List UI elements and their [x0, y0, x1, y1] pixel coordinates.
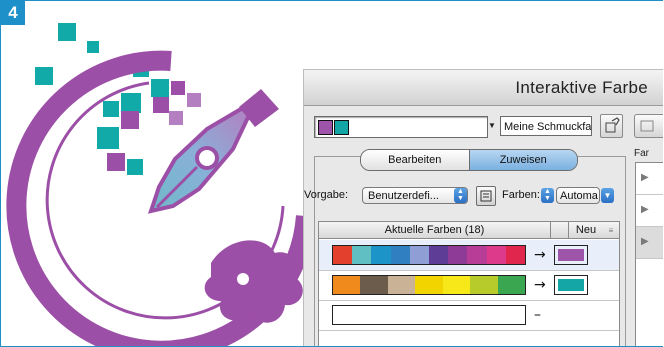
new-color-group-button[interactable] [634, 114, 663, 138]
color-cell [333, 246, 353, 264]
colors-value: Automa [560, 190, 598, 202]
pen-nib-logo-illustration [6, 23, 316, 346]
color-cell [486, 246, 506, 264]
color-cell [415, 276, 443, 294]
current-colors-bar[interactable] [332, 245, 526, 265]
interactive-color-dialog: Interaktive Farbe ▼ Meine Schmuckfarb Fa… [303, 69, 663, 346]
color-cell [429, 246, 449, 264]
color-cell [333, 276, 361, 294]
list-item[interactable]: ▶ [636, 227, 663, 259]
colors-stepper-icon[interactable]: ▲ ▼ [541, 188, 554, 203]
color-cell [390, 246, 410, 264]
current-colors-header[interactable]: Aktuelle Farben (18) [319, 222, 551, 239]
arrow-column-header [551, 222, 569, 239]
color-groups-label: Far [634, 148, 649, 159]
color-groups-list: ▶ ▶ ▶ [635, 162, 663, 346]
eyedropper-icon [605, 117, 620, 133]
color-cell [505, 246, 526, 264]
triangle-right-icon[interactable]: ▶ [641, 172, 649, 183]
color-cell [409, 246, 430, 264]
preset-select[interactable]: Benutzerdefi... [362, 187, 468, 204]
color-cell [352, 246, 372, 264]
new-color-swatch[interactable] [554, 275, 588, 295]
assignment-arrow-icon[interactable]: → [534, 245, 546, 265]
color-swatch-teal [334, 120, 349, 135]
triangle-right-icon[interactable]: ▶ [641, 236, 649, 247]
color-cell [387, 276, 416, 294]
colors-label: Farben: [502, 189, 540, 201]
color-reduction-options-button[interactable] [476, 186, 496, 206]
color-cell [360, 276, 388, 294]
triangle-right-icon[interactable]: ▶ [641, 204, 649, 215]
chevron-down-icon[interactable]: ▼ [488, 120, 496, 132]
edit-assign-tabs: Bearbeiten Zuweisen [360, 149, 578, 171]
table-row[interactable]: → [319, 270, 619, 301]
tab-assign[interactable]: Zuweisen [469, 150, 577, 170]
article-frame: 4 Interaktive Farbe ▼ Meine Schmuckfarb … [0, 0, 663, 347]
color-assignment-table: Aktuelle Farben (18) Neu ≡ → → – [318, 221, 620, 346]
save-swatch-button[interactable] [600, 114, 623, 138]
current-colors-bar[interactable] [332, 275, 526, 295]
list-item[interactable]: ▶ [636, 163, 663, 195]
pen-nib-icon [147, 89, 279, 214]
new-color-fill [558, 279, 584, 291]
list-item[interactable]: ▶ [636, 195, 663, 227]
color-cell [467, 246, 487, 264]
color-cell [497, 276, 525, 294]
color-group-field[interactable] [314, 116, 488, 138]
color-cell [371, 246, 391, 264]
new-color-swatch[interactable] [554, 245, 588, 265]
assignment-arrow-icon[interactable]: → [534, 275, 546, 295]
preset-stepper-icon[interactable]: ▲ ▼ [454, 188, 467, 203]
color-cell [448, 246, 468, 264]
options-icon [480, 190, 492, 202]
dialog-titlebar[interactable]: Interaktive Farbe [304, 70, 663, 106]
assignment-arrow-icon[interactable]: – [534, 305, 541, 325]
preset-label: Vorgabe: [304, 189, 349, 201]
color-cell [442, 276, 471, 294]
preset-value: Benutzerdefi... [368, 190, 439, 202]
color-swatch-purple [318, 120, 333, 135]
color-cell [333, 306, 525, 324]
current-colors-bar[interactable] [332, 305, 526, 325]
colors-select[interactable]: Automa [556, 187, 600, 204]
table-row[interactable]: – [319, 300, 619, 331]
folder-icon [640, 120, 654, 132]
chevron-down-icon[interactable]: ▼ [601, 188, 614, 203]
table-row[interactable]: → [319, 240, 619, 271]
new-colors-header[interactable]: Neu [569, 222, 603, 239]
step-number-badge: 4 [1, 1, 25, 25]
color-cell [470, 276, 498, 294]
dialog-title: Interaktive Farbe [515, 78, 648, 97]
swatch-name-field[interactable]: Meine Schmuckfarb [500, 116, 592, 136]
tab-edit[interactable]: Bearbeiten [361, 150, 470, 170]
column-menu-icon[interactable]: ≡ [603, 222, 619, 239]
new-color-fill [558, 249, 584, 261]
